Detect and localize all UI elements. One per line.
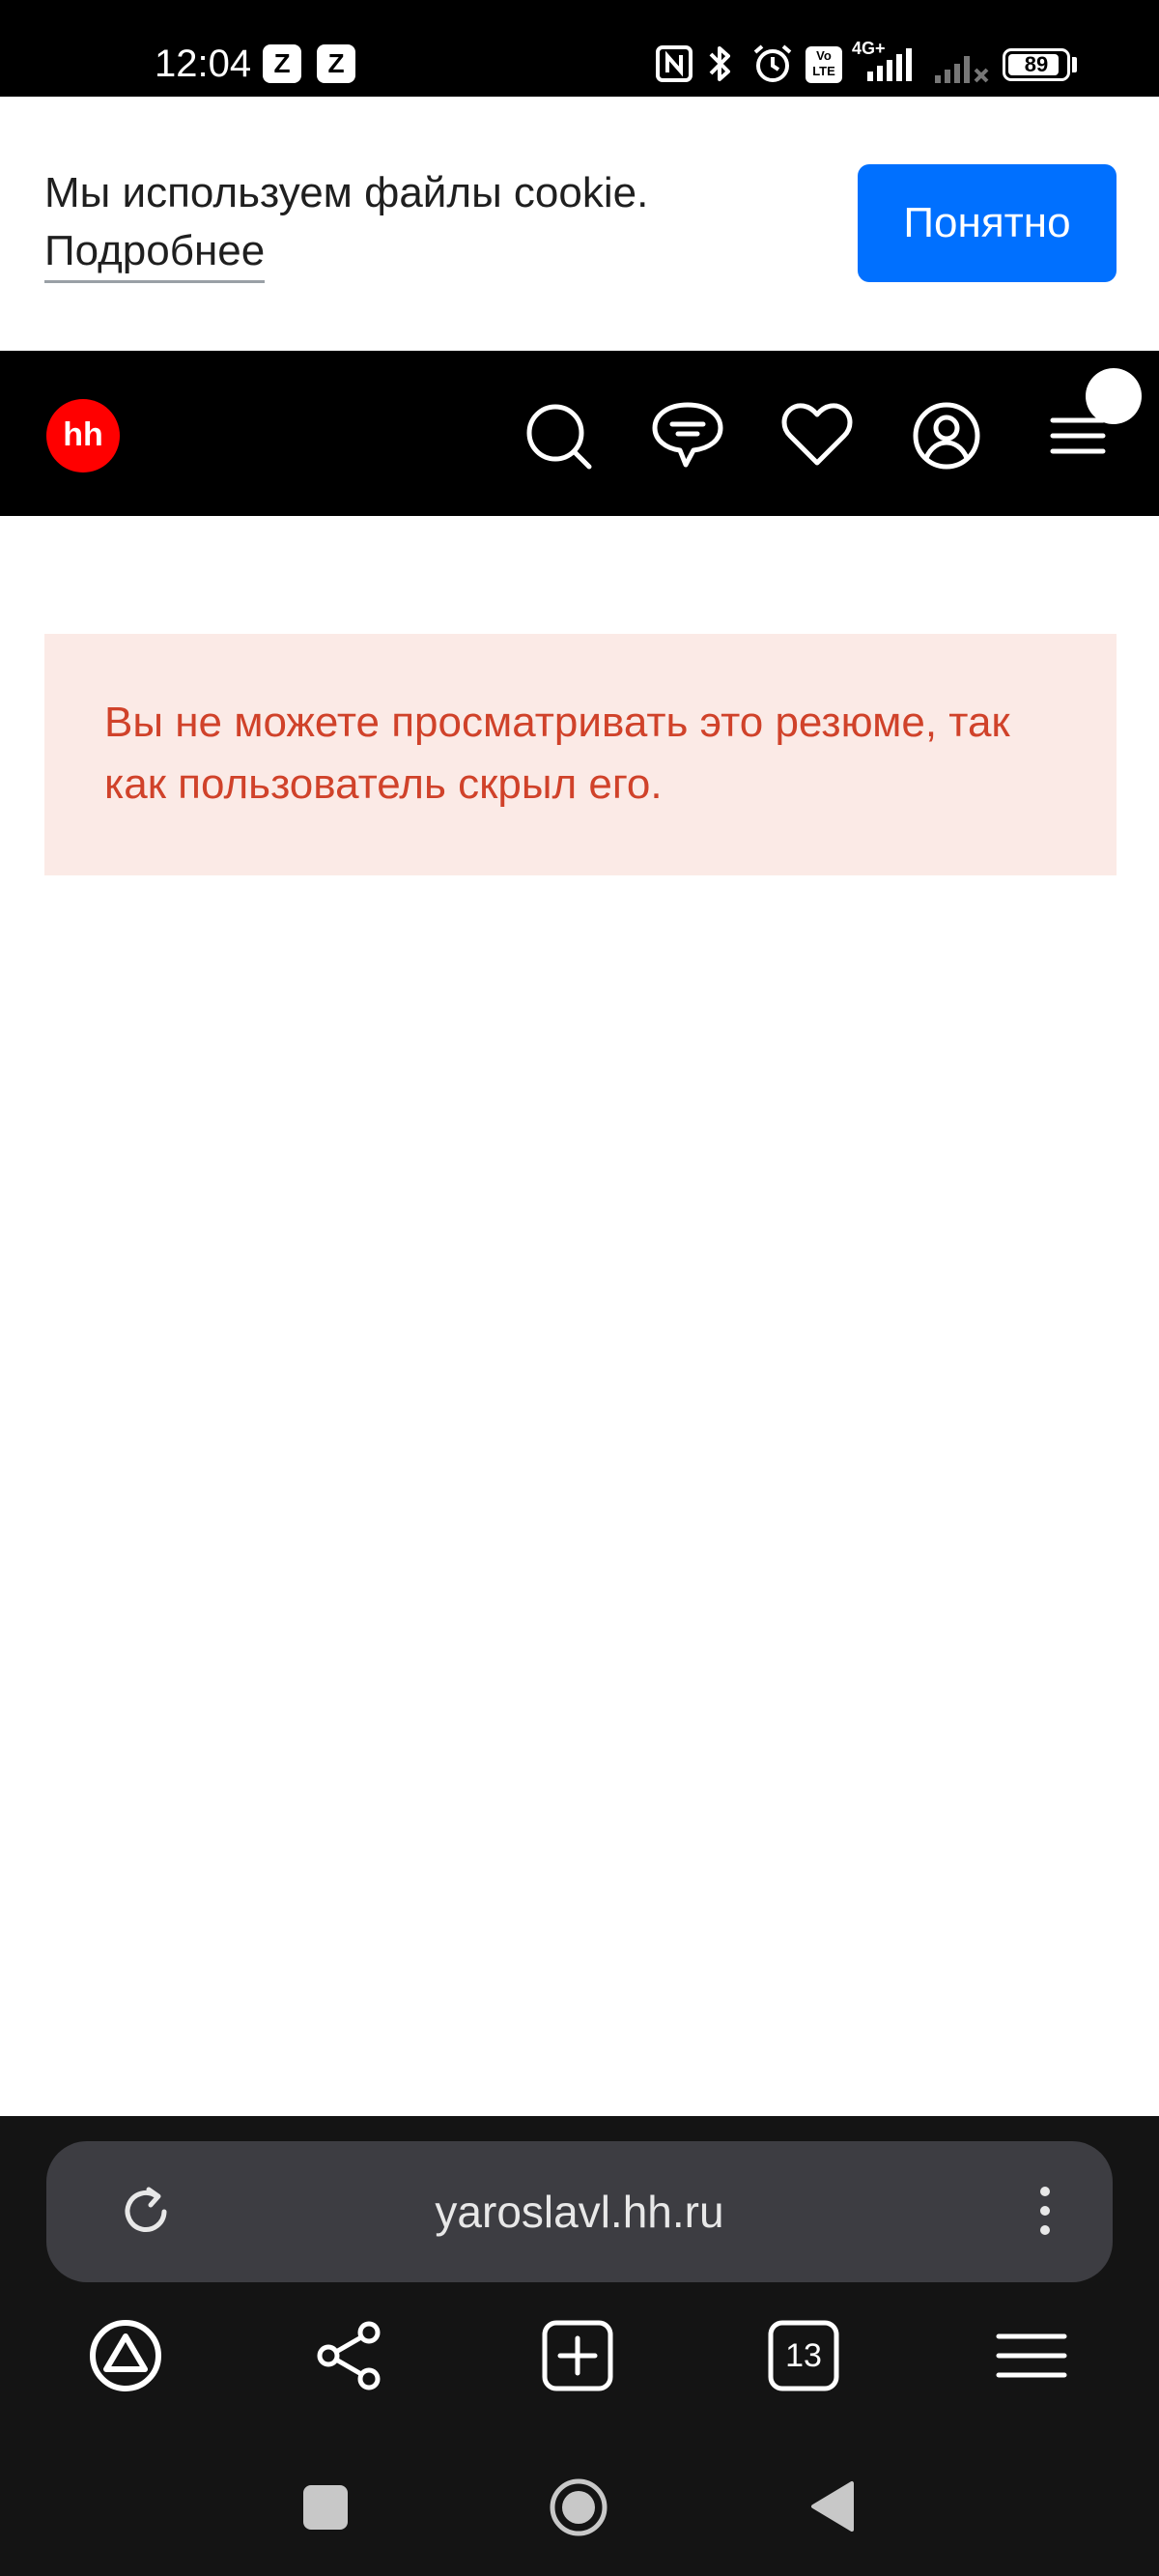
status-time: 12:04: [155, 43, 252, 85]
chat-icon[interactable]: [649, 397, 726, 474]
z-app-icon: Z: [317, 44, 355, 83]
profile-icon[interactable]: [908, 397, 985, 474]
recents-button[interactable]: [303, 2485, 348, 2530]
alarm-icon: [751, 43, 794, 85]
battery-tip: [1072, 57, 1077, 72]
cookie-banner: Мы используем файлы cookie. Подробнее По…: [0, 97, 1159, 351]
z-app-icon: Z: [263, 44, 301, 83]
battery-icon: 89: [1003, 48, 1070, 81]
back-button[interactable]: [809, 2479, 856, 2533]
cookie-more-link[interactable]: Подробнее: [44, 222, 266, 283]
menu-notification-dot: [1086, 368, 1142, 424]
address-bar[interactable]: yaroslavl.hh.ru: [46, 2141, 1113, 2282]
tabs-icon[interactable]: 13: [765, 2317, 842, 2394]
more-vertical-icon[interactable]: [1022, 2180, 1068, 2242]
url-text[interactable]: yaroslavl.hh.ru: [46, 2141, 1113, 2282]
alice-icon[interactable]: [87, 2317, 164, 2394]
reload-icon[interactable]: [116, 2182, 176, 2242]
error-message-box: Вы не можете просматривать это резюме, т…: [44, 634, 1117, 875]
tab-count: 13: [785, 2337, 822, 2374]
signal-4g-icon: 4G+: [852, 39, 923, 85]
share-icon[interactable]: [311, 2317, 388, 2394]
new-tab-icon[interactable]: [539, 2317, 616, 2394]
bluetooth-icon: [705, 43, 736, 85]
home-button[interactable]: [549, 2477, 608, 2537]
battery-level: 89: [1024, 52, 1049, 76]
nfc-icon: [655, 44, 693, 83]
status-bar: 12:04 Z Z Vo LTE 4G+ 89: [0, 0, 1159, 97]
favorites-heart-icon[interactable]: [778, 397, 856, 474]
hh-logo[interactable]: hh: [46, 399, 120, 472]
error-message: Вы не можете просматривать это резюме, т…: [104, 699, 1010, 808]
cookie-accept-button[interactable]: Понятно: [858, 164, 1117, 282]
volte-icon: Vo LTE: [806, 46, 842, 83]
search-icon[interactable]: [520, 397, 597, 474]
cookie-message: Мы используем файлы cookie.: [44, 169, 649, 216]
site-header: hh: [0, 351, 1159, 516]
signal-no-service-icon: [933, 46, 991, 85]
browser-menu-icon[interactable]: [993, 2317, 1070, 2394]
